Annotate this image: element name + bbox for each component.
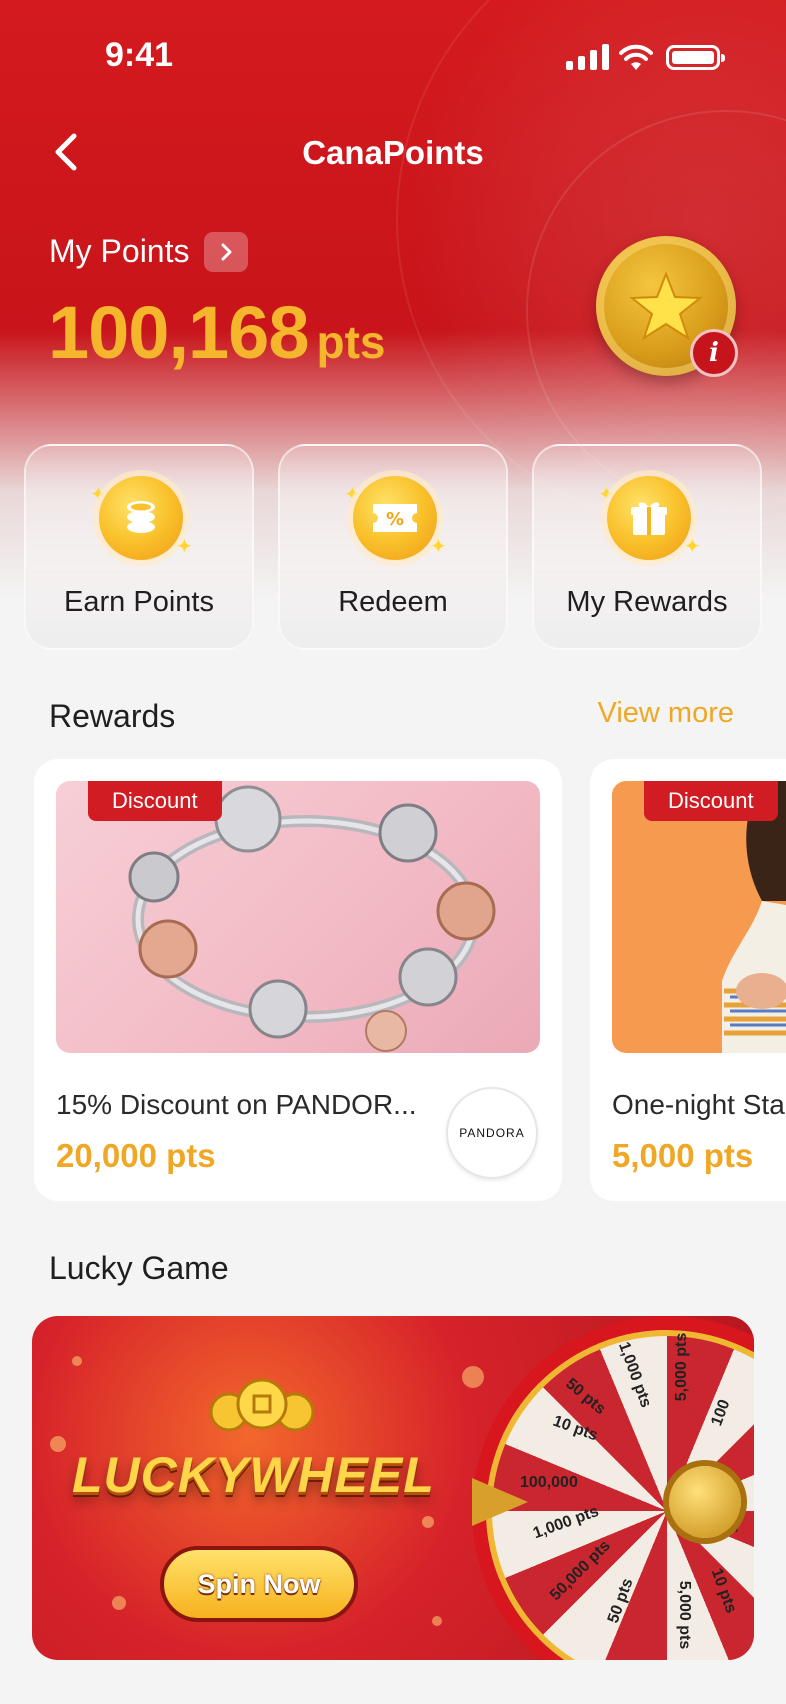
reward-card[interactable]: Discount One-night Sta 5,000 pts — [590, 759, 786, 1201]
points-unit: pts — [316, 316, 386, 368]
chevron-right-icon[interactable] — [204, 232, 248, 272]
wheel-label: 100,000 — [520, 1474, 578, 1491]
wheel-label: 5,000 pts — [673, 1332, 691, 1402]
svg-text:%: % — [386, 509, 404, 530]
cellular-signal-icon — [566, 44, 609, 70]
redeem-card[interactable]: ✦ % ✦ Redeem — [278, 444, 508, 650]
view-more-link[interactable]: View more — [598, 697, 734, 730]
discount-tag: Discount — [644, 781, 778, 821]
lucky-wheel-banner[interactable]: LUCKYWHEEL Spin Now 100,000 1,000 pts 50… — [32, 1316, 754, 1660]
bokeh-light — [422, 1516, 434, 1528]
bracelet-image — [128, 785, 496, 1052]
gift-icon — [607, 476, 691, 560]
bokeh-light — [432, 1616, 442, 1626]
lucky-wheel-title: LUCKYWHEEL — [72, 1447, 435, 1503]
my-rewards-card[interactable]: ✦ ✦ My Rewards — [532, 444, 762, 650]
person-photo — [722, 781, 786, 1053]
rewards-section-title: Rewards — [49, 698, 176, 734]
reward-image: Discount — [612, 781, 786, 1053]
reward-name: One-night Sta — [612, 1089, 785, 1120]
sparkle-icon: ✦ — [176, 536, 193, 558]
reward-name: 15% Discount on PANDOR... — [56, 1089, 417, 1120]
page-title: CanaPoints — [302, 134, 484, 171]
wheel-label: 5,000 pts — [676, 1580, 694, 1650]
wheel-pointer-icon — [472, 1478, 528, 1526]
earn-points-card[interactable]: ✦ ✦ Earn Points — [24, 444, 254, 650]
reward-points: 5,000 pts — [612, 1137, 754, 1174]
status-bar: 9:41 — [0, 0, 786, 110]
quick-action-label: Redeem — [338, 586, 448, 618]
info-icon[interactable]: i — [690, 329, 738, 377]
battery-icon — [666, 45, 725, 70]
bokeh-light — [50, 1436, 66, 1452]
my-points-label[interactable]: My Points — [49, 233, 189, 270]
sparkle-icon: ✦ — [684, 536, 701, 558]
points-balance: 100,168 pts — [48, 290, 386, 375]
quick-action-label: My Rewards — [566, 586, 728, 618]
bokeh-light — [462, 1366, 484, 1388]
wifi-icon — [619, 44, 653, 70]
bokeh-light — [112, 1596, 126, 1610]
status-time: 9:41 — [105, 36, 174, 74]
discount-tag: Discount — [88, 781, 222, 821]
points-value: 100,168 — [48, 291, 309, 374]
wheel-hub — [669, 1466, 741, 1538]
quick-actions: ✦ ✦ Earn Points ✦ % ✦ Redeem ✦ ✦ My Rewa… — [24, 444, 762, 650]
reward-image: Discount — [56, 781, 540, 1053]
voucher-percent-icon: % — [353, 476, 437, 560]
reward-points: 20,000 pts — [56, 1137, 216, 1174]
lucky-game-section-title: Lucky Game — [49, 1250, 229, 1286]
coins-stack-icon — [99, 476, 183, 560]
gold-coins-icon — [209, 1378, 315, 1432]
pandora-logo: PANDORA — [446, 1087, 538, 1179]
sparkle-icon: ✦ — [430, 536, 447, 558]
bokeh-light — [72, 1356, 82, 1366]
quick-action-label: Earn Points — [64, 586, 214, 618]
reward-card[interactable]: Discount 15% Discount on PANDOR... 20,00… — [34, 759, 562, 1201]
spin-now-button[interactable]: Spin Now — [160, 1546, 358, 1622]
